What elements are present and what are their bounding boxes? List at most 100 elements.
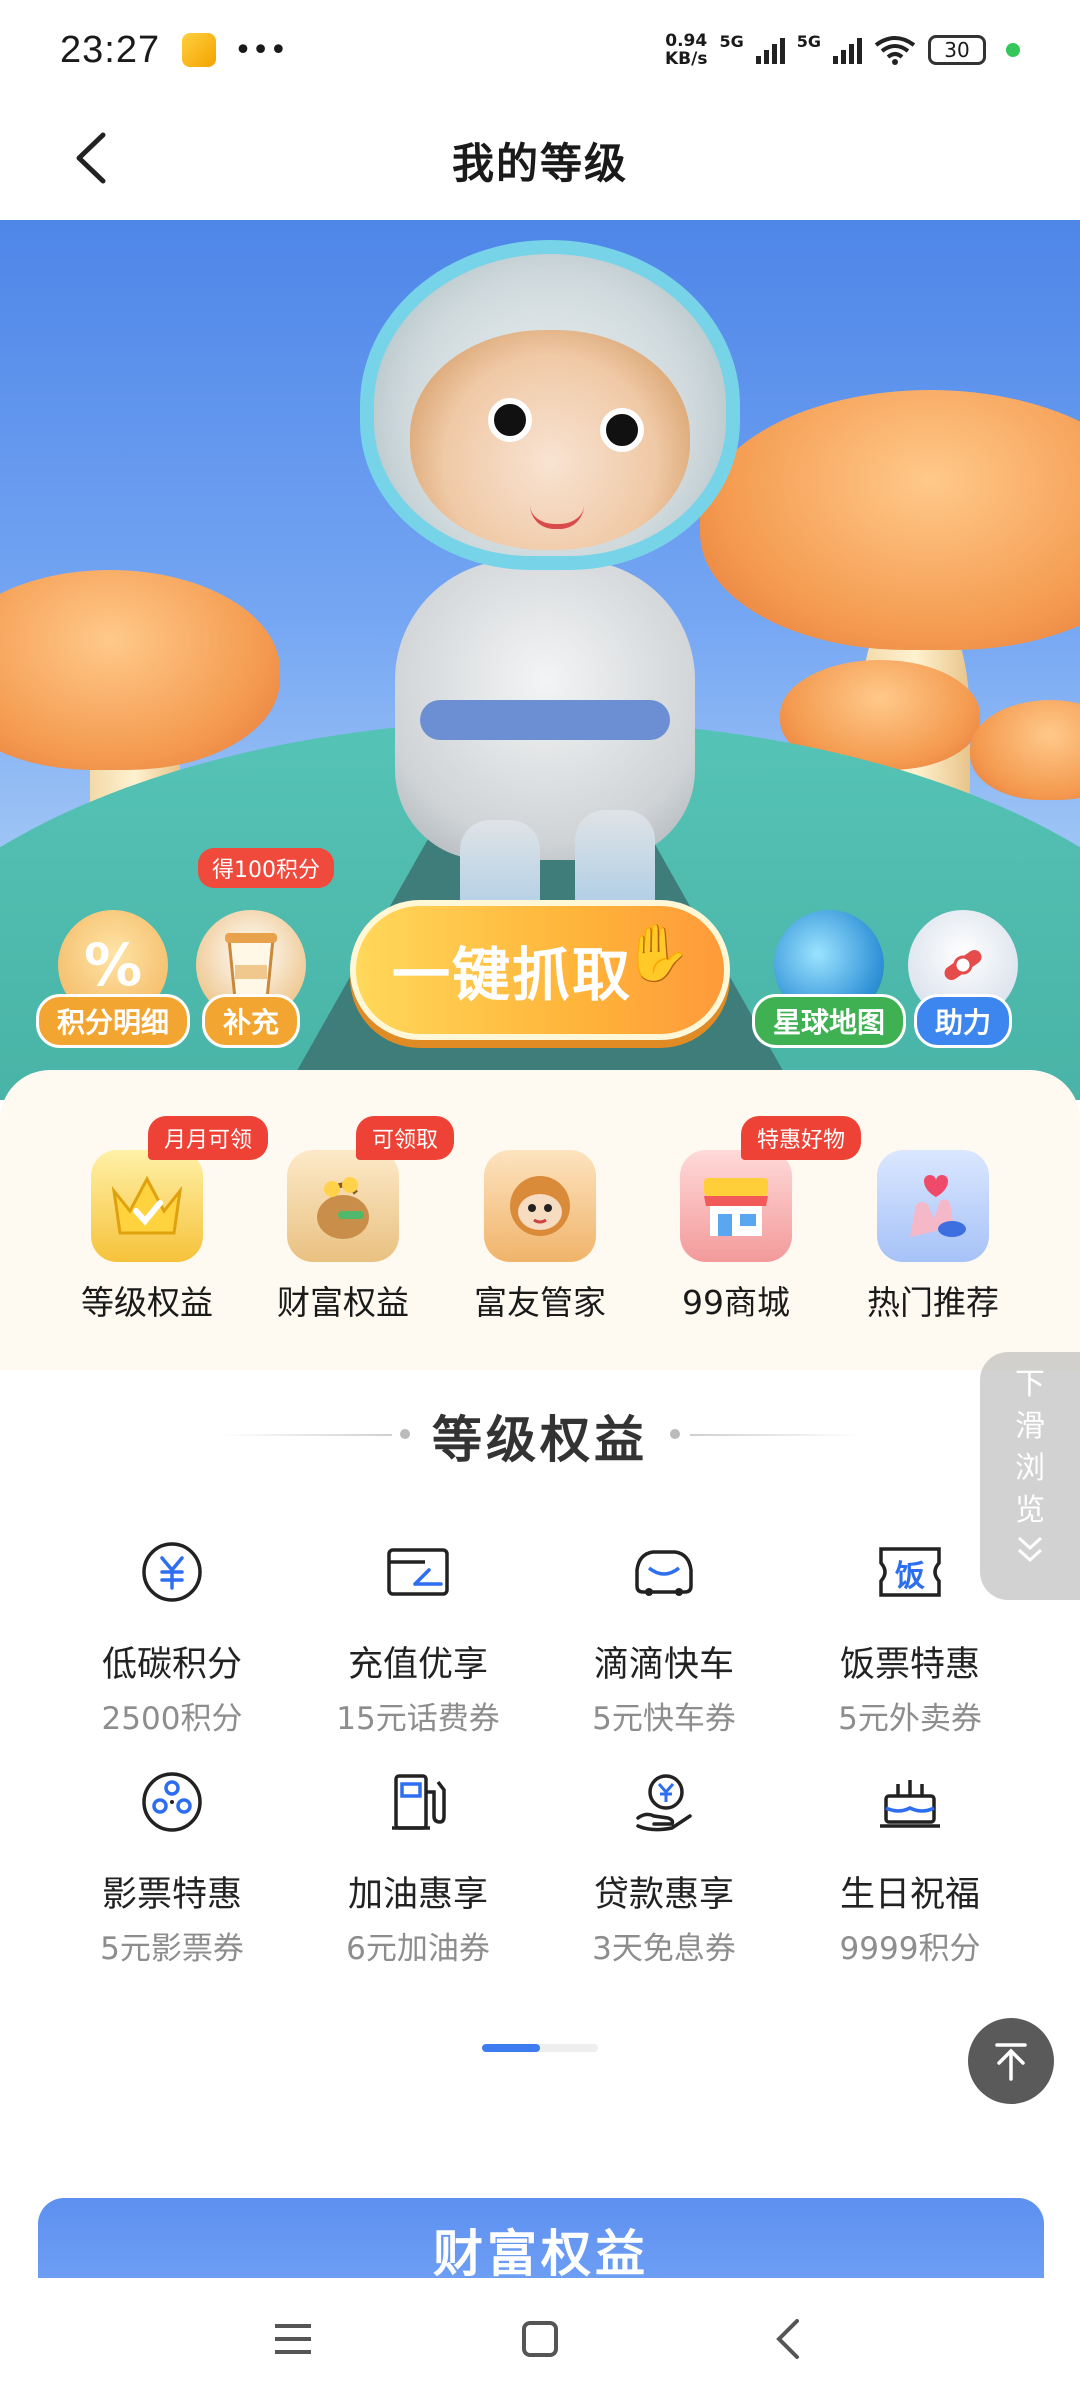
back-button[interactable] [60, 128, 120, 188]
side-tab-char: 浏 [1015, 1451, 1045, 1486]
points-detail-label: 积分明细 [36, 994, 191, 1048]
benefit-desc: 2500积分 [101, 1701, 243, 1737]
home-button[interactable] [505, 2304, 575, 2374]
benefit-desc: 5元影票券 [100, 1931, 244, 1967]
refill-label: 补充 [201, 994, 300, 1048]
assist-button[interactable]: 助力 [908, 910, 1018, 1048]
mushroom-decoration [700, 390, 1080, 650]
notification-app-icon [182, 33, 217, 67]
page-indicator-active [482, 2044, 540, 2052]
header: 我的等级 [0, 100, 1080, 220]
monkey-icon [484, 1150, 596, 1262]
benefit-desc: 9999积分 [839, 1931, 981, 1967]
hand-heart-icon [877, 1150, 989, 1262]
battery-icon: 30 [928, 35, 986, 65]
more-notifications-icon: ••• [234, 32, 288, 68]
meal-glyph: 饭 [895, 1559, 925, 1594]
entry-label: 富友管家 [474, 1283, 606, 1322]
entry-wealth-benefits[interactable]: 可领取 财富权益 [248, 1116, 455, 1324]
card-icon [380, 1534, 456, 1610]
wealth-title: 财富权益 [433, 2225, 649, 2283]
benefit-name: 贷款惠享 [593, 1875, 734, 1915]
film-reel-icon [134, 1764, 210, 1840]
signal-2-label: 5G [796, 32, 821, 51]
astronaut-belt [420, 700, 670, 740]
crown-icon [91, 1150, 203, 1262]
benefit-desc: 6元加油券 [346, 1931, 490, 1967]
gas-pump-icon [380, 1764, 456, 1840]
entry-hot-recommend[interactable]: 热门推荐 [838, 1150, 1028, 1324]
entry-label: 99商城 [682, 1283, 790, 1322]
home-square-icon [521, 2321, 558, 2357]
yuan-icon [134, 1534, 210, 1610]
money-bag-icon [287, 1150, 399, 1262]
assist-label: 助力 [913, 994, 1012, 1048]
nav-back-button[interactable] [752, 2304, 822, 2374]
waving-hand-icon: ✋ [622, 921, 694, 986]
signal-1-icon [755, 36, 785, 64]
menu-button[interactable] [258, 2304, 328, 2374]
entry-99-mall[interactable]: 特惠好物 99商城 [641, 1116, 862, 1324]
mushroom-decoration [970, 700, 1080, 800]
section-divider [690, 1434, 860, 1436]
benefit-loan[interactable]: 贷款惠享 3天免息券 [544, 1764, 784, 1968]
grab-button-label: 一键抓取 [392, 941, 633, 1009]
privacy-indicator-dot [1006, 43, 1020, 57]
chevron-left-icon [76, 132, 106, 184]
benefit-name: 充值优享 [347, 1645, 488, 1685]
side-tab-char: 览 [1015, 1493, 1045, 1528]
one-click-grab-button[interactable]: 一键抓取 ✋ [350, 900, 730, 1040]
page-indicator [482, 2044, 598, 2052]
meal-ticket-icon: 饭 [872, 1534, 948, 1610]
benefit-birthday[interactable]: 生日祝福 9999积分 [790, 1764, 1030, 1968]
benefit-name: 滴滴快车 [593, 1645, 734, 1685]
signal-1-label: 5G [719, 32, 744, 51]
side-tab-char: 下 [1015, 1367, 1045, 1402]
monkey-eye [600, 408, 644, 452]
chevron-left-icon [775, 2319, 799, 2359]
back-to-top-button[interactable] [968, 2018, 1054, 2104]
entry-level-benefits[interactable]: 月月可领 等级权益 [52, 1116, 269, 1324]
entry-label: 热门推荐 [867, 1283, 999, 1322]
benefit-name: 饭票特惠 [839, 1645, 980, 1685]
section-dot [670, 1429, 680, 1439]
benefit-name: 影票特惠 [101, 1875, 242, 1915]
section-title: 等级权益 [432, 1411, 648, 1469]
benefit-fuel[interactable]: 加油惠享 6元加油券 [298, 1764, 538, 1968]
shop-icon [680, 1150, 792, 1262]
benefit-low-carbon[interactable]: 低碳积分 2500积分 [52, 1534, 292, 1738]
double-chevron-down-icon [1017, 1536, 1043, 1563]
points-detail-button[interactable]: % 积分明细 [36, 910, 191, 1048]
network-speed: 0.94 KB/s [665, 31, 708, 69]
benefit-movie[interactable]: 影票特惠 5元影票券 [52, 1764, 292, 1968]
benefit-desc: 3天免息券 [592, 1931, 736, 1967]
wifi-icon [874, 36, 916, 65]
page-title: 我的等级 [451, 138, 628, 188]
status-time: 23:27 [60, 28, 161, 71]
benefit-name: 低碳积分 [101, 1645, 242, 1685]
system-navigation-bar [0, 2278, 1080, 2400]
entry-butler[interactable]: 富友管家 [445, 1150, 635, 1324]
quick-entries-panel: 月月可领 等级权益 可领取 财富权益 富友管家 特惠好物 99商城 热门推荐 [0, 1070, 1080, 1370]
benefit-name: 生日祝福 [839, 1875, 980, 1915]
planet-map-label: 星球地图 [752, 994, 907, 1048]
monkey-eye [488, 398, 532, 442]
benefit-didi[interactable]: 滴滴快车 5元快车券 [544, 1534, 784, 1738]
entry-label: 财富权益 [277, 1283, 409, 1322]
benefit-desc: 15元话费券 [336, 1701, 500, 1737]
benefit-recharge[interactable]: 充值优享 15元话费券 [298, 1534, 538, 1738]
side-tab-char: 滑 [1015, 1409, 1045, 1444]
cake-icon [872, 1764, 948, 1840]
refill-button[interactable]: 补充 [196, 910, 306, 1048]
menu-icon [275, 2324, 312, 2354]
benefit-desc: 5元快车券 [592, 1701, 736, 1737]
status-bar: 23:27 ••• 0.94 KB/s 5G 5G 30 [0, 0, 1080, 100]
hero-banner: % 积分明细 补充 得100积分 一键抓取 ✋ 星球地图 助力 [0, 220, 1080, 1100]
signal-2-icon [833, 36, 862, 64]
arrow-up-icon [995, 2043, 1027, 2081]
mushroom-decoration [0, 570, 280, 770]
scroll-browse-tab[interactable]: 下 滑 浏 览 [980, 1352, 1080, 1600]
planet-map-button[interactable]: 星球地图 [752, 910, 907, 1048]
car-icon [626, 1534, 702, 1610]
loan-icon [626, 1764, 702, 1840]
